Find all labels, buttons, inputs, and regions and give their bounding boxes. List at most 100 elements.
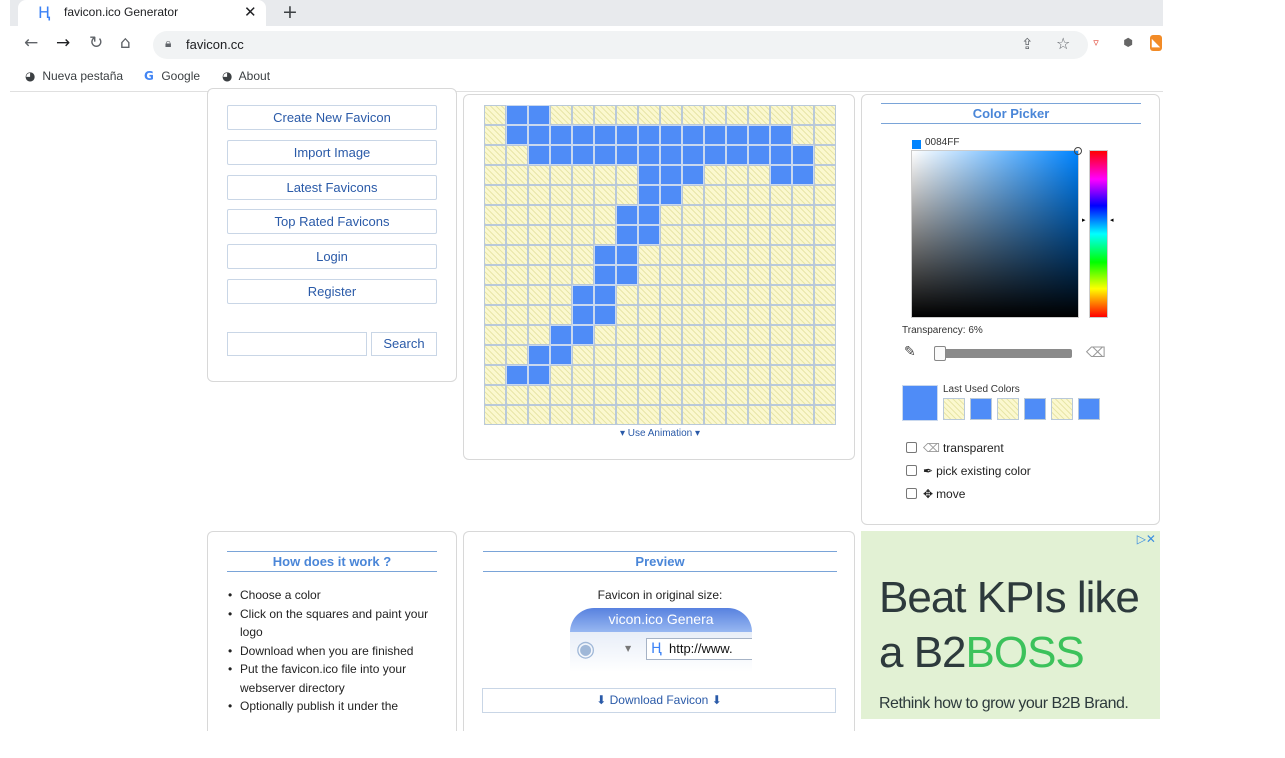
- pixel-cell[interactable]: [660, 285, 682, 305]
- pixel-cell[interactable]: [682, 345, 704, 365]
- extension-shield-icon[interactable]: ▿: [1088, 35, 1104, 51]
- pixel-cell[interactable]: [484, 185, 506, 205]
- pixel-cell[interactable]: [704, 165, 726, 185]
- pixel-cell[interactable]: [748, 325, 770, 345]
- pixel-cell[interactable]: [682, 305, 704, 325]
- pixel-cell[interactable]: [550, 145, 572, 165]
- pixel-cell[interactable]: [814, 365, 836, 385]
- pixel-cell[interactable]: [594, 125, 616, 145]
- pixel-cell[interactable]: [726, 325, 748, 345]
- pixel-cell[interactable]: [726, 305, 748, 325]
- pixel-cell[interactable]: [814, 285, 836, 305]
- pixel-cell[interactable]: [484, 245, 506, 265]
- pixel-cell[interactable]: [550, 205, 572, 225]
- pixel-cell[interactable]: [506, 245, 528, 265]
- pixel-cell[interactable]: [814, 305, 836, 325]
- pixel-cell[interactable]: [594, 345, 616, 365]
- reload-icon[interactable]: ↻: [89, 33, 103, 53]
- pixel-cell[interactable]: [528, 345, 550, 365]
- pixel-cell[interactable]: [704, 365, 726, 385]
- pixel-cell[interactable]: [638, 305, 660, 325]
- pixel-cell[interactable]: [660, 185, 682, 205]
- pixel-cell[interactable]: [726, 405, 748, 425]
- pixel-cell[interactable]: [572, 125, 594, 145]
- pixel-cell[interactable]: [704, 345, 726, 365]
- pixel-cell[interactable]: [484, 305, 506, 325]
- pixel-cell[interactable]: [770, 405, 792, 425]
- pixel-cell[interactable]: [726, 185, 748, 205]
- pixel-cell[interactable]: [748, 305, 770, 325]
- pixel-cell[interactable]: [792, 225, 814, 245]
- pixel-cell[interactable]: [638, 285, 660, 305]
- pixel-cell[interactable]: [616, 285, 638, 305]
- pixel-cell[interactable]: [660, 205, 682, 225]
- pixel-cell[interactable]: [726, 105, 748, 125]
- pixel-cell[interactable]: [506, 105, 528, 125]
- pixel-cell[interactable]: [638, 205, 660, 225]
- browser-tab[interactable]: Ⱨ favicon.ico Generator ✕: [18, 0, 266, 26]
- pixel-cell[interactable]: [748, 285, 770, 305]
- pixel-cell[interactable]: [792, 185, 814, 205]
- transparent-checkbox[interactable]: [906, 442, 917, 453]
- pixel-cell[interactable]: [726, 285, 748, 305]
- pixel-cell[interactable]: [792, 405, 814, 425]
- pixel-cell[interactable]: [506, 185, 528, 205]
- pixel-cell[interactable]: [484, 405, 506, 425]
- pixel-cell[interactable]: [704, 225, 726, 245]
- pixel-cell[interactable]: [550, 225, 572, 245]
- pixel-cell[interactable]: [792, 365, 814, 385]
- pixel-cell[interactable]: [704, 245, 726, 265]
- pixel-cell[interactable]: [484, 145, 506, 165]
- pixel-cell[interactable]: [660, 385, 682, 405]
- pixel-cell[interactable]: [682, 205, 704, 225]
- pixel-cell[interactable]: [638, 165, 660, 185]
- pixel-cell[interactable]: [594, 405, 616, 425]
- pick-existing-color-option[interactable]: ✒ pick existing color: [906, 464, 1031, 478]
- pixel-cell[interactable]: [616, 405, 638, 425]
- bookmark-star-icon[interactable]: ☆: [1056, 34, 1070, 53]
- pixel-cell[interactable]: [484, 325, 506, 345]
- pixel-cell[interactable]: [726, 265, 748, 285]
- use-animation-toggle[interactable]: ▾ Use Animation ▾: [464, 428, 856, 439]
- pixel-cell[interactable]: [704, 385, 726, 405]
- pixel-cell[interactable]: [572, 325, 594, 345]
- pixel-cell[interactable]: [726, 385, 748, 405]
- pixel-cell[interactable]: [550, 165, 572, 185]
- pixel-cell[interactable]: [528, 305, 550, 325]
- pixel-cell[interactable]: [550, 185, 572, 205]
- pixel-cell[interactable]: [682, 325, 704, 345]
- pixel-cell[interactable]: [506, 365, 528, 385]
- pixel-cell[interactable]: [594, 205, 616, 225]
- pixel-cell[interactable]: [550, 105, 572, 125]
- pixel-cell[interactable]: [638, 105, 660, 125]
- pixel-cell[interactable]: [770, 325, 792, 345]
- pixel-cell[interactable]: [660, 145, 682, 165]
- pixel-cell[interactable]: [682, 225, 704, 245]
- pixel-cell[interactable]: [528, 325, 550, 345]
- pixel-cell[interactable]: [572, 225, 594, 245]
- pixel-cell[interactable]: [484, 105, 506, 125]
- pixel-cell[interactable]: [528, 185, 550, 205]
- pixel-cell[interactable]: [550, 365, 572, 385]
- pixel-cell[interactable]: [550, 345, 572, 365]
- pixel-cell[interactable]: [528, 145, 550, 165]
- pixel-cell[interactable]: [616, 185, 638, 205]
- pixel-cell[interactable]: [726, 345, 748, 365]
- pixel-cell[interactable]: [792, 265, 814, 285]
- move-option[interactable]: ✥ move: [906, 487, 965, 501]
- pixel-cell[interactable]: [572, 265, 594, 285]
- pixel-cell[interactable]: [506, 125, 528, 145]
- pixel-cell[interactable]: [660, 105, 682, 125]
- extension-cube-icon[interactable]: ⬢: [1120, 35, 1136, 51]
- address-bar[interactable]: 🔒︎ favicon.cc ⇪ ☆: [153, 31, 1088, 59]
- pixel-cell[interactable]: [594, 285, 616, 305]
- pixel-cell[interactable]: [726, 205, 748, 225]
- pixel-cell[interactable]: [660, 165, 682, 185]
- pixel-cell[interactable]: [616, 305, 638, 325]
- pixel-cell[interactable]: [572, 205, 594, 225]
- login-button[interactable]: Login: [227, 244, 437, 269]
- pixel-cell[interactable]: [528, 225, 550, 245]
- pixel-cell[interactable]: [550, 385, 572, 405]
- pixel-cell[interactable]: [572, 365, 594, 385]
- pixel-cell[interactable]: [506, 205, 528, 225]
